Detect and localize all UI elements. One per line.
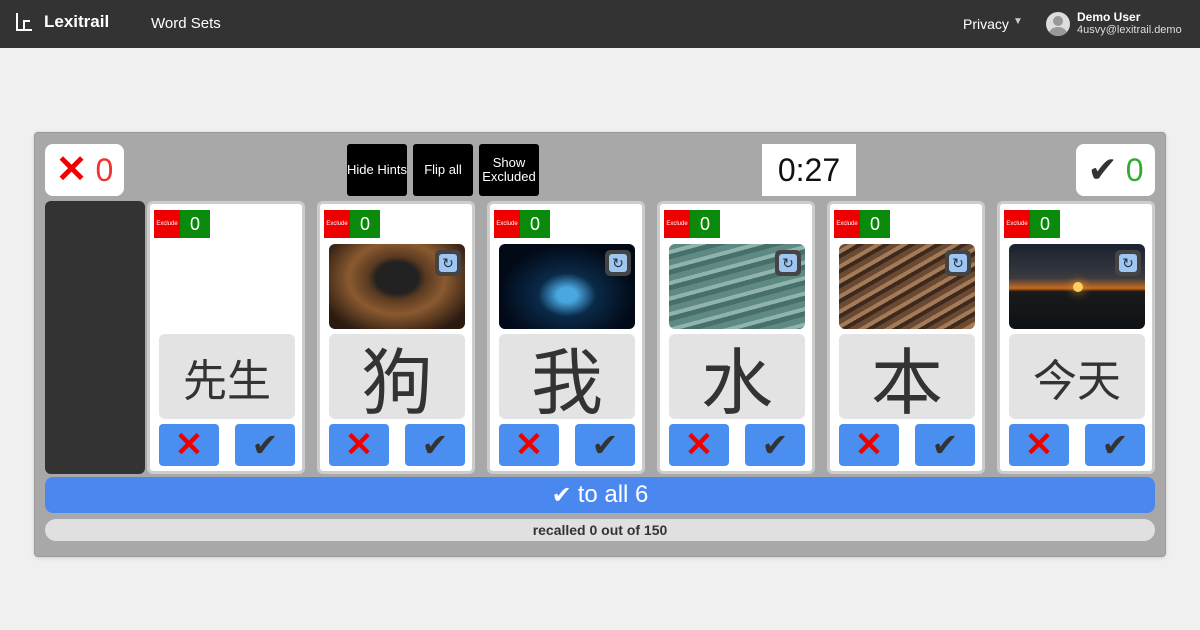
mark-wrong-button[interactable]: ✕ (839, 424, 899, 466)
card-count: 0 (860, 210, 890, 238)
check-icon: ✔ (251, 427, 279, 463)
caret-down-icon[interactable]: ▼ (1013, 16, 1023, 27)
exclude-button[interactable]: Exclude (494, 210, 520, 238)
check-all-button[interactable]: ✔ to all 6 (45, 477, 1155, 513)
mark-right-button[interactable]: ✔ (575, 424, 635, 466)
mark-right-button[interactable]: ✔ (405, 424, 465, 466)
card-word[interactable]: 本 (839, 334, 975, 425)
mark-wrong-button[interactable]: ✕ (669, 424, 729, 466)
card-word[interactable]: 先生 (159, 334, 295, 419)
check-all-label: to all 6 (577, 481, 649, 508)
hide-hints-button[interactable]: Hide Hints (347, 144, 407, 196)
check-icon: ✔ (931, 427, 959, 463)
mark-right-button[interactable]: ✔ (915, 424, 975, 466)
mark-wrong-button[interactable]: ✕ (499, 424, 559, 466)
check-icon: ✔ (551, 481, 572, 509)
brand-link[interactable]: Lexitrail (16, 12, 109, 32)
game-panel: ✕ 0 Hide Hints Flip all Show Excluded 0:… (34, 132, 1166, 557)
card-word[interactable]: 我 (499, 334, 635, 425)
word-card[interactable]: Exclude 0 ↻ 今天 ✕ ✔ (997, 201, 1155, 474)
nav-word-sets[interactable]: Word Sets (151, 15, 221, 32)
avatar[interactable] (1046, 12, 1070, 36)
card-count: 0 (520, 210, 550, 238)
card-image-wood-grain: ↻ (839, 244, 975, 329)
card-word[interactable]: 水 (669, 334, 805, 425)
check-icon: ✔ (1087, 149, 1118, 190)
flip-all-button[interactable]: Flip all (413, 144, 473, 196)
check-icon: ✔ (761, 427, 789, 463)
mark-right-button[interactable]: ✔ (745, 424, 805, 466)
refresh-icon[interactable]: ↻ (945, 250, 971, 276)
mark-wrong-button[interactable]: ✕ (329, 424, 389, 466)
mark-wrong-button[interactable]: ✕ (1009, 424, 1069, 466)
card-image-sunset: ↻ (1009, 244, 1145, 329)
word-card[interactable]: Exclude 0 先生 ✕ ✔ (147, 201, 305, 474)
x-icon: ✕ (344, 426, 374, 464)
mark-right-button[interactable]: ✔ (1085, 424, 1145, 466)
brand-name: Lexitrail (44, 12, 110, 31)
x-icon: ✕ (174, 426, 204, 464)
card-word[interactable]: 今天 (1009, 334, 1145, 419)
user-name: Demo User (1077, 10, 1141, 24)
exclude-button[interactable]: Exclude (154, 210, 180, 238)
right-score-box: ✔ 0 (1076, 144, 1155, 196)
word-card[interactable]: Exclude 0 ↻ 水 ✕ ✔ (657, 201, 815, 474)
exclude-button[interactable]: Exclude (834, 210, 860, 238)
card-image-dog-nose: ↻ (329, 244, 465, 329)
x-icon: ✕ (514, 426, 544, 464)
refresh-icon[interactable]: ↻ (1115, 250, 1141, 276)
card-image-water-waves: ↻ (669, 244, 805, 329)
card-count: 0 (180, 210, 210, 238)
word-card[interactable]: Exclude 0 ↻ 我 ✕ ✔ (487, 201, 645, 474)
refresh-icon[interactable]: ↻ (775, 250, 801, 276)
user-email: 4usvy@lexitrail.demo (1077, 24, 1182, 36)
refresh-icon[interactable]: ↻ (435, 250, 461, 276)
refresh-icon[interactable]: ↻ (605, 250, 631, 276)
word-card[interactable]: Exclude 0 ↻ 狗 ✕ ✔ (317, 201, 475, 474)
show-excluded-button[interactable]: Show Excluded (479, 144, 539, 196)
exclude-button[interactable]: Exclude (664, 210, 690, 238)
top-nav: Lexitrail Word Sets Privacy ▼ Demo User … (0, 0, 1200, 48)
word-card[interactable]: Exclude 0 ↻ 本 ✕ ✔ (827, 201, 985, 474)
timer: 0:27 (762, 144, 856, 196)
progress-bar: recalled 0 out of 150 (45, 519, 1155, 541)
check-icon: ✔ (591, 427, 619, 463)
mark-wrong-button[interactable]: ✕ (159, 424, 219, 466)
x-icon: ✕ (854, 426, 884, 464)
exclude-button[interactable]: Exclude (1004, 210, 1030, 238)
logo-icon (16, 13, 34, 31)
card-count: 0 (350, 210, 380, 238)
card-count: 0 (1030, 210, 1060, 238)
check-icon: ✔ (421, 427, 449, 463)
x-icon: ✕ (1024, 426, 1054, 464)
discard-slot (45, 201, 145, 474)
wrong-score-box: ✕ 0 (45, 144, 124, 196)
check-icon: ✔ (1101, 427, 1129, 463)
right-count: 0 (1125, 151, 1144, 188)
privacy-dropdown[interactable]: Privacy (963, 16, 1009, 32)
wrong-count: 0 (95, 151, 114, 188)
card-count: 0 (690, 210, 720, 238)
mark-right-button[interactable]: ✔ (235, 424, 295, 466)
card-image-water-drop: ↻ (499, 244, 635, 329)
x-icon: ✕ (684, 426, 714, 464)
exclude-button[interactable]: Exclude (324, 210, 350, 238)
card-word[interactable]: 狗 (329, 334, 465, 425)
x-icon: ✕ (55, 149, 88, 191)
